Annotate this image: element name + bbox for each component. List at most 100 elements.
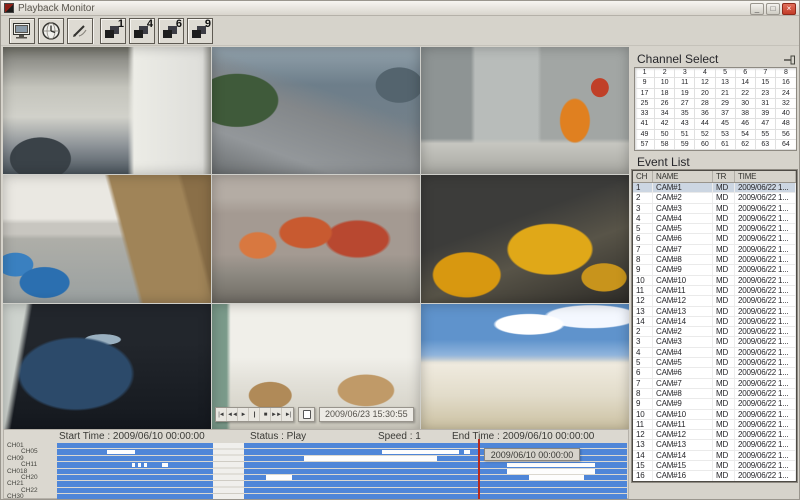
channel-52[interactable]: 52 bbox=[695, 130, 715, 140]
channel-21[interactable]: 21 bbox=[716, 89, 736, 99]
channel-19[interactable]: 19 bbox=[675, 89, 695, 99]
camera-view-8[interactable]: |◄◄◄►||■►►►| 2009/06/23 15:30:55 bbox=[212, 304, 420, 431]
event-row[interactable]: 10CAM#10MD2009/06/22 1... bbox=[633, 410, 796, 420]
layout-4-button[interactable]: 4 bbox=[129, 18, 155, 44]
channel-34[interactable]: 34 bbox=[655, 109, 675, 119]
channel-43[interactable]: 43 bbox=[675, 119, 695, 129]
channel-10[interactable]: 10 bbox=[655, 78, 675, 88]
layout-1-button[interactable]: 1 bbox=[100, 18, 126, 44]
event-row[interactable]: 14CAM#14MD2009/06/22 1... bbox=[633, 451, 796, 461]
event-row[interactable]: 15CAM#15MD2009/06/22 1... bbox=[633, 461, 796, 471]
channel-61[interactable]: 61 bbox=[716, 140, 736, 150]
pause-button[interactable]: || bbox=[249, 408, 260, 421]
stop-button[interactable]: ■ bbox=[260, 408, 271, 421]
event-row[interactable]: 10CAM#10MD2009/06/22 1... bbox=[633, 276, 796, 286]
event-row[interactable]: 8CAM#8MD2009/06/22 1... bbox=[633, 255, 796, 265]
camera-view-9[interactable] bbox=[421, 304, 629, 431]
event-col-name[interactable]: NAME bbox=[653, 171, 713, 182]
event-row[interactable]: 11CAM#11MD2009/06/22 1... bbox=[633, 420, 796, 430]
channel-63[interactable]: 63 bbox=[756, 140, 776, 150]
channel-54[interactable]: 54 bbox=[736, 130, 756, 140]
event-row[interactable]: 12CAM#12MD2009/06/22 1... bbox=[633, 430, 796, 440]
event-row[interactable]: 11CAM#11MD2009/06/22 1... bbox=[633, 286, 796, 296]
channel-6[interactable]: 6 bbox=[736, 68, 756, 78]
layout-9-button[interactable]: 9 bbox=[187, 18, 213, 44]
event-row[interactable]: 3CAM#3MD2009/06/22 1... bbox=[633, 204, 796, 214]
timeline-row-CH30[interactable] bbox=[57, 494, 627, 499]
channel-3[interactable]: 3 bbox=[675, 68, 695, 78]
channel-36[interactable]: 36 bbox=[695, 109, 715, 119]
event-row[interactable]: 2CAM#2MD2009/06/22 1... bbox=[633, 327, 796, 337]
channel-56[interactable]: 56 bbox=[776, 130, 796, 140]
camera-view-2[interactable] bbox=[212, 47, 420, 174]
channel-15[interactable]: 15 bbox=[756, 78, 776, 88]
event-row[interactable]: 3CAM#3MD2009/06/22 1... bbox=[633, 337, 796, 347]
channel-12[interactable]: 12 bbox=[695, 78, 715, 88]
event-row[interactable]: 16CAM#16MD2009/06/22 1... bbox=[633, 471, 796, 481]
channel-50[interactable]: 50 bbox=[655, 130, 675, 140]
event-row[interactable]: 5CAM#5MD2009/06/22 1... bbox=[633, 358, 796, 368]
minimize-button[interactable]: _ bbox=[750, 3, 764, 15]
channel-51[interactable]: 51 bbox=[675, 130, 695, 140]
channel-58[interactable]: 58 bbox=[655, 140, 675, 150]
event-row[interactable]: 1CAM#1MD2009/06/22 1... bbox=[633, 183, 796, 193]
channel-48[interactable]: 48 bbox=[776, 119, 796, 129]
channel-64[interactable]: 64 bbox=[776, 140, 796, 150]
channel-1[interactable]: 1 bbox=[635, 68, 655, 78]
channel-2[interactable]: 2 bbox=[655, 68, 675, 78]
channel-49[interactable]: 49 bbox=[635, 130, 655, 140]
channel-32[interactable]: 32 bbox=[776, 99, 796, 109]
event-row[interactable]: 14CAM#14MD2009/06/22 1... bbox=[633, 317, 796, 327]
channel-26[interactable]: 26 bbox=[655, 99, 675, 109]
channel-38[interactable]: 38 bbox=[736, 109, 756, 119]
event-row[interactable]: 5CAM#5MD2009/06/22 1... bbox=[633, 224, 796, 234]
channel-18[interactable]: 18 bbox=[655, 89, 675, 99]
camera-view-6[interactable] bbox=[421, 175, 629, 302]
time-search-button[interactable] bbox=[38, 18, 64, 44]
channel-4[interactable]: 4 bbox=[695, 68, 715, 78]
event-row[interactable]: 6CAM#6MD2009/06/22 1... bbox=[633, 234, 796, 244]
event-row[interactable]: 8CAM#8MD2009/06/22 1... bbox=[633, 389, 796, 399]
camera-view-7[interactable] bbox=[3, 304, 211, 431]
channel-17[interactable]: 17 bbox=[635, 89, 655, 99]
channel-9[interactable]: 9 bbox=[635, 78, 655, 88]
channel-46[interactable]: 46 bbox=[736, 119, 756, 129]
event-row[interactable]: 9CAM#9MD2009/06/22 1... bbox=[633, 399, 796, 409]
layout-6-button[interactable]: 6 bbox=[158, 18, 184, 44]
channel-16[interactable]: 16 bbox=[776, 78, 796, 88]
timeline-row-CH22[interactable] bbox=[57, 488, 627, 493]
display-mode-button[interactable] bbox=[9, 18, 35, 44]
channel-5[interactable]: 5 bbox=[716, 68, 736, 78]
channel-57[interactable]: 57 bbox=[635, 140, 655, 150]
channel-31[interactable]: 31 bbox=[756, 99, 776, 109]
channel-44[interactable]: 44 bbox=[695, 119, 715, 129]
channel-23[interactable]: 23 bbox=[756, 89, 776, 99]
event-row[interactable]: 12CAM#12MD2009/06/22 1... bbox=[633, 296, 796, 306]
channel-7[interactable]: 7 bbox=[756, 68, 776, 78]
event-row[interactable]: 9CAM#9MD2009/06/22 1... bbox=[633, 265, 796, 275]
fast-forward-button[interactable]: ►► bbox=[271, 408, 282, 421]
channel-53[interactable]: 53 bbox=[716, 130, 736, 140]
step-forward-button[interactable]: ►| bbox=[282, 408, 293, 421]
event-row[interactable]: 7CAM#7MD2009/06/22 1... bbox=[633, 379, 796, 389]
channel-25[interactable]: 25 bbox=[635, 99, 655, 109]
channel-60[interactable]: 60 bbox=[695, 140, 715, 150]
camera-view-4[interactable] bbox=[3, 175, 211, 302]
channel-22[interactable]: 22 bbox=[736, 89, 756, 99]
channel-13[interactable]: 13 bbox=[716, 78, 736, 88]
camera-view-3[interactable] bbox=[421, 47, 629, 174]
close-button[interactable]: × bbox=[782, 3, 796, 15]
channel-45[interactable]: 45 bbox=[716, 119, 736, 129]
timeline-row-CH21[interactable] bbox=[57, 481, 627, 486]
event-row[interactable]: 4CAM#4MD2009/06/22 1... bbox=[633, 214, 796, 224]
channel-11[interactable]: 11 bbox=[675, 78, 695, 88]
event-col-time[interactable]: TIME bbox=[735, 171, 796, 182]
channel-30[interactable]: 30 bbox=[736, 99, 756, 109]
channel-55[interactable]: 55 bbox=[756, 130, 776, 140]
snapshot-button[interactable] bbox=[298, 407, 315, 422]
rewind-button[interactable]: ◄◄ bbox=[227, 408, 238, 421]
channel-33[interactable]: 33 bbox=[635, 109, 655, 119]
event-row[interactable]: 13CAM#13MD2009/06/22 1... bbox=[633, 440, 796, 450]
event-row[interactable]: 2CAM#2MD2009/06/22 1... bbox=[633, 193, 796, 203]
event-row[interactable]: 4CAM#4MD2009/06/22 1... bbox=[633, 348, 796, 358]
